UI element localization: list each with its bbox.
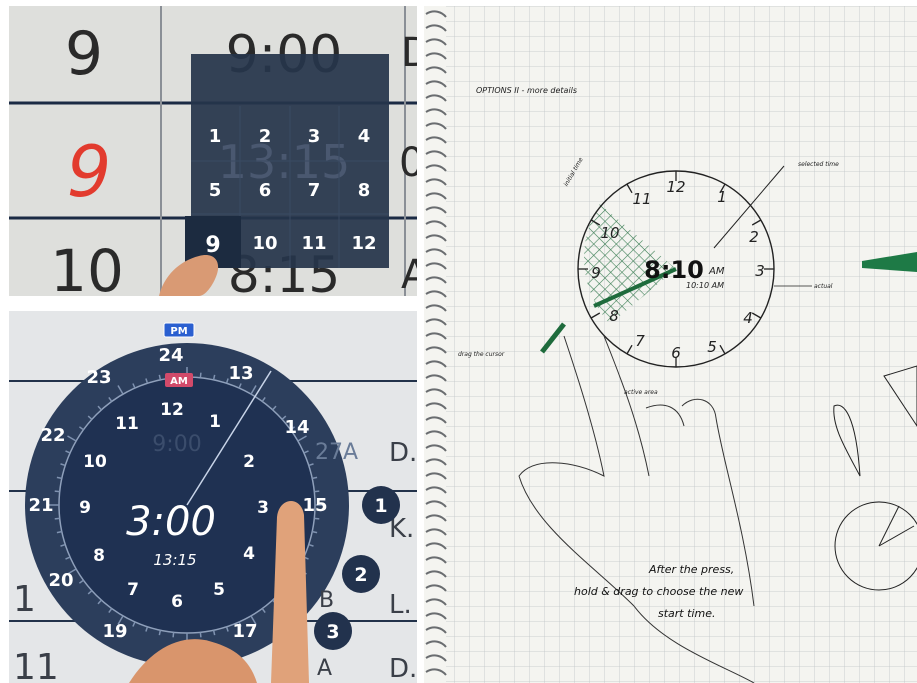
right-fragment-1: 27A bbox=[315, 440, 358, 465]
sketch-am: AM bbox=[708, 266, 725, 277]
label-drag: drag the cursor bbox=[458, 351, 505, 358]
sketch-num-6: 6 bbox=[671, 344, 681, 362]
behind-time: 9:00 bbox=[152, 432, 201, 457]
sketch-num-1: 1 bbox=[717, 188, 727, 206]
sketch-num-5: 5 bbox=[707, 338, 717, 356]
row-edge-3: A bbox=[401, 252, 417, 296]
inner-hour-9[interactable]: 9 bbox=[79, 498, 91, 518]
bubble-2-label: 2 bbox=[354, 564, 367, 586]
sketch-num-12: 12 bbox=[666, 178, 685, 196]
key-3[interactable]: 3 bbox=[308, 126, 321, 147]
inner-hour-11[interactable]: 11 bbox=[115, 414, 139, 434]
right-letter-3: L. bbox=[389, 590, 412, 620]
row-edge-2: 0 bbox=[399, 140, 417, 186]
outer-hour-21[interactable]: 21 bbox=[28, 495, 53, 516]
key-1[interactable]: 1 bbox=[209, 126, 222, 147]
outer-hour-17[interactable]: 17 bbox=[232, 621, 257, 642]
key-9[interactable]: 9 bbox=[205, 233, 220, 258]
sketch-subtime: 10:10 AM bbox=[686, 281, 724, 290]
right-letter-4: D. bbox=[389, 654, 417, 683]
notebook-sketch: OPTIONS II - more details 12 1 2 3 4 5 6… bbox=[424, 6, 917, 683]
sketch-title: OPTIONS II - more details bbox=[476, 86, 577, 95]
label-actual: actual bbox=[814, 283, 833, 290]
inner-hour-2[interactable]: 2 bbox=[243, 452, 255, 472]
sketch-time-big: 8:10 bbox=[644, 256, 704, 284]
right-fragment-2: B bbox=[319, 588, 334, 613]
key-2[interactable]: 2 bbox=[259, 126, 272, 147]
key-7[interactable]: 7 bbox=[308, 180, 321, 201]
inner-hour-4[interactable]: 4 bbox=[243, 544, 255, 564]
label-active-area: active area bbox=[624, 389, 658, 396]
inner-hour-10[interactable]: 10 bbox=[83, 452, 107, 472]
outer-hour-14[interactable]: 14 bbox=[284, 417, 309, 438]
cell-time-2: 13:15 bbox=[218, 135, 351, 189]
inner-hour-3[interactable]: 3 bbox=[257, 498, 269, 518]
row-edge-1: D bbox=[401, 30, 417, 76]
row-hour-2: 9 bbox=[67, 131, 112, 213]
inner-hour-8[interactable]: 8 bbox=[93, 546, 105, 566]
right-fragment-3: A bbox=[317, 656, 332, 681]
left-edge-1: 1 bbox=[13, 579, 36, 620]
inner-hour-6[interactable]: 6 bbox=[171, 592, 183, 612]
sketch-num-11: 11 bbox=[632, 190, 651, 208]
outer-hour-24[interactable]: 24 bbox=[158, 345, 183, 366]
sketch-num-10: 10 bbox=[600, 224, 619, 242]
am-badge: AM bbox=[170, 376, 188, 387]
sketch-num-2: 2 bbox=[749, 228, 759, 246]
outer-hour-22[interactable]: 22 bbox=[40, 425, 65, 446]
sketch-num-7: 7 bbox=[635, 332, 645, 350]
sketch-num-8: 8 bbox=[609, 307, 619, 325]
dial-clock-photo: D. K. L. D. 1 11 PM AM 24 13 14 15 17 19… bbox=[9, 311, 417, 683]
note-line-3: start time. bbox=[658, 607, 715, 620]
inner-hour-12[interactable]: 12 bbox=[160, 400, 184, 420]
key-6[interactable]: 6 bbox=[259, 180, 272, 201]
key-8[interactable]: 8 bbox=[358, 180, 371, 201]
keypad-photo: 9 9 10 9:00 8:15 D 0 A 13:15 1 2 3 4 5 6… bbox=[9, 6, 417, 296]
finger bbox=[271, 500, 309, 683]
bubble-1-label: 1 bbox=[374, 495, 387, 517]
inner-hour-1[interactable]: 1 bbox=[209, 412, 221, 432]
row-hour-3: 10 bbox=[50, 237, 124, 296]
key-4[interactable]: 4 bbox=[358, 126, 371, 147]
bubble-3-label: 3 bbox=[326, 621, 339, 643]
time-display: 3:00 bbox=[126, 499, 216, 545]
note-line-2: hold & drag to choose the new bbox=[574, 585, 743, 598]
outer-hour-23[interactable]: 23 bbox=[86, 367, 111, 388]
inner-hour-7[interactable]: 7 bbox=[127, 580, 139, 600]
outer-hour-19[interactable]: 19 bbox=[102, 621, 127, 642]
sketch-num-3: 3 bbox=[755, 262, 765, 280]
key-12[interactable]: 12 bbox=[351, 233, 376, 254]
outer-hour-13[interactable]: 13 bbox=[228, 363, 253, 384]
time-24h: 13:15 bbox=[153, 551, 196, 569]
note-line-1: After the press, bbox=[648, 563, 734, 576]
right-letter-1: D. bbox=[389, 438, 417, 468]
pm-badge: PM bbox=[170, 326, 187, 337]
key-10[interactable]: 10 bbox=[252, 233, 277, 254]
key-5[interactable]: 5 bbox=[209, 180, 222, 201]
sketch-num-9: 9 bbox=[591, 264, 601, 282]
label-selected-time: selected time bbox=[798, 161, 839, 168]
key-11[interactable]: 11 bbox=[301, 233, 326, 254]
outer-hour-15[interactable]: 15 bbox=[302, 495, 327, 516]
left-edge-2: 11 bbox=[13, 647, 59, 683]
inner-hour-5[interactable]: 5 bbox=[213, 580, 225, 600]
outer-hour-20[interactable]: 20 bbox=[48, 570, 73, 591]
row-hour-1: 9 bbox=[65, 19, 103, 89]
sketch-num-4: 4 bbox=[743, 309, 753, 327]
